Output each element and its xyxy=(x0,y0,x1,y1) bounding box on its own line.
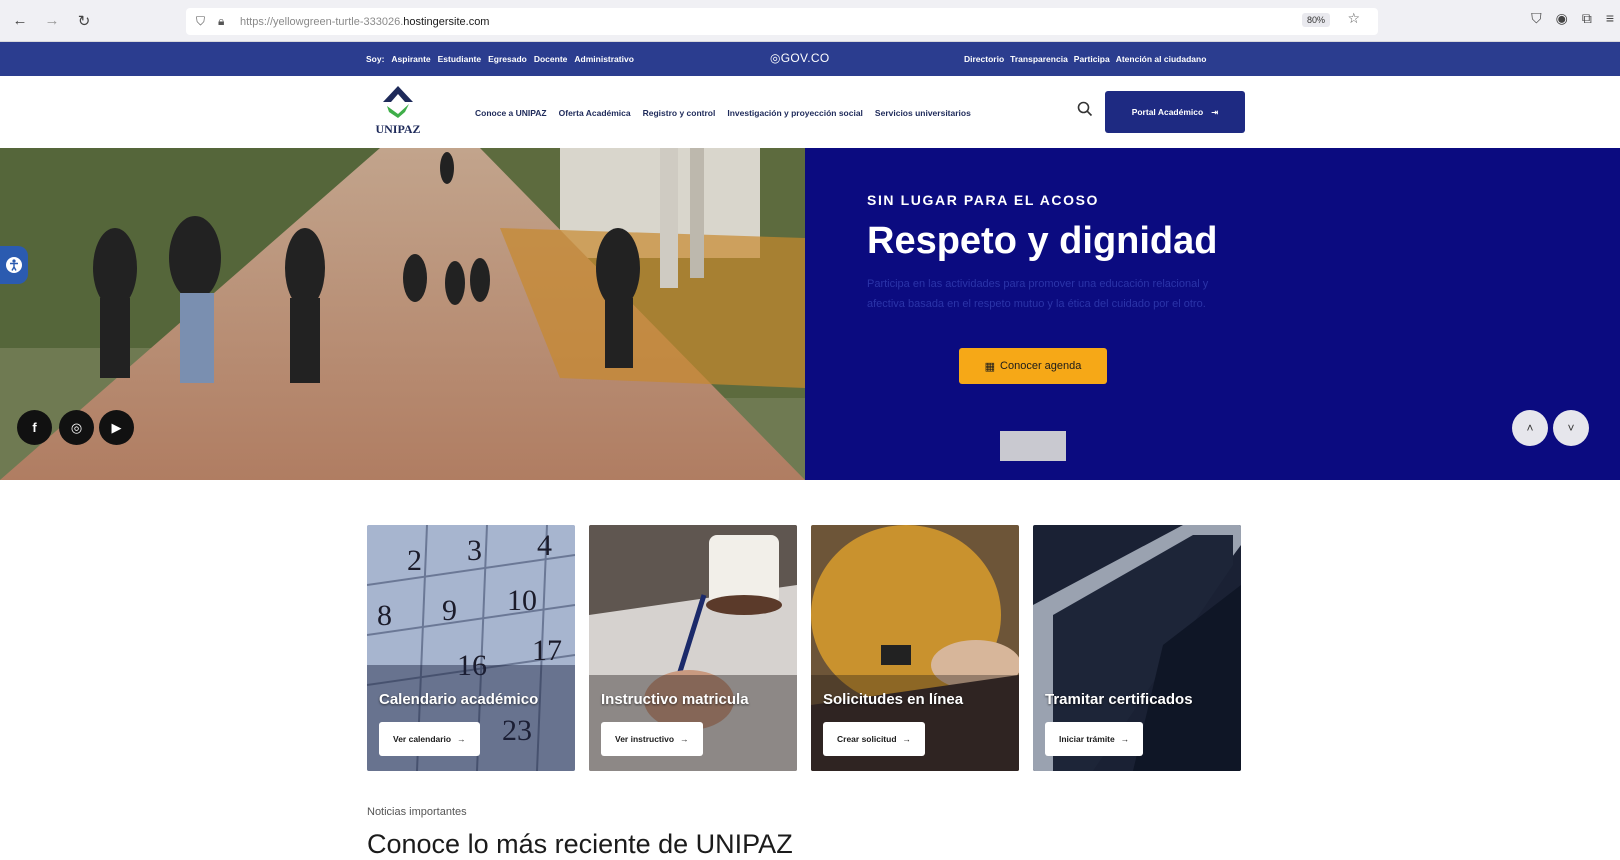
news-label: Noticias importantes xyxy=(367,806,467,818)
nav-servicios[interactable]: Servicios universitarios xyxy=(875,108,971,118)
account-icon[interactable]: ◉ xyxy=(1556,10,1568,27)
iniciar-tramite-button[interactable]: Iniciar trámite → xyxy=(1045,722,1144,756)
gov-co-icon: ◎ xyxy=(770,51,781,65)
svg-text:9: 9 xyxy=(442,594,457,627)
nav-conoce[interactable]: Conoce a UNIPAZ xyxy=(475,108,547,118)
arrow-right-icon: → xyxy=(680,734,689,744)
arrow-right-icon: → xyxy=(1120,734,1130,744)
card-title: Tramitar certificados xyxy=(1045,691,1193,708)
calendar-icon: ▦ xyxy=(984,360,996,373)
reload-icon[interactable]: ↻ xyxy=(72,9,96,33)
audience-docente[interactable]: Docente xyxy=(534,54,568,64)
news-title: Conoce lo más reciente de UNIPAZ xyxy=(367,829,793,859)
zoom-level[interactable]: 80% xyxy=(1301,13,1330,27)
pocket-icon[interactable]: ⛉ xyxy=(1531,10,1542,27)
gov-co-logo[interactable]: ◎GOV.CO xyxy=(770,51,830,65)
logo-text: UNIPAZ xyxy=(375,122,421,136)
nav-registro[interactable]: Registro y control xyxy=(643,108,716,118)
crear-solicitud-button[interactable]: Crear solicitud → xyxy=(823,722,926,756)
portal-label: Portal Académico xyxy=(1131,107,1204,117)
logo-mark-icon xyxy=(383,86,413,118)
forward-icon[interactable]: → xyxy=(40,9,64,33)
card-button-label: Crear solicitud xyxy=(837,734,897,744)
svg-text:2: 2 xyxy=(407,544,422,577)
login-icon: ⇥ xyxy=(1211,106,1219,117)
conocer-agenda-button[interactable]: ▦ Conocer agenda xyxy=(959,348,1107,384)
search-icon[interactable] xyxy=(1076,100,1094,118)
ver-calendario-button[interactable]: Ver calendario → xyxy=(379,722,480,756)
shield-icon[interactable]: ⛉ xyxy=(196,14,214,29)
card-button-label: Iniciar trámite xyxy=(1059,734,1115,744)
lock-icon[interactable]: 🔒︎ xyxy=(218,14,236,29)
link-directorio[interactable]: Directorio xyxy=(964,54,1004,64)
nav-oferta[interactable]: Oferta Académica xyxy=(559,108,631,118)
ver-instructivo-button[interactable]: Ver instructivo → xyxy=(601,722,703,756)
address-bar[interactable]: ⛉ 🔒︎ https://yellowgreen-turtle-333026. h… xyxy=(186,8,1378,35)
arrow-right-icon: → xyxy=(902,734,912,744)
link-participa[interactable]: Participa xyxy=(1074,54,1110,64)
url-prefix: https://yellowgreen-turtle-333026. xyxy=(240,15,404,28)
chevron-up-icon: ˄ xyxy=(1526,421,1534,435)
gov-utility-links: Directorio Transparencia Participa Atenc… xyxy=(964,54,1206,64)
svg-text:4: 4 xyxy=(537,529,552,562)
card-calendario[interactable]: 234 9 10 16 17 23 8 Calendario académico Ver… xyxy=(367,525,575,771)
svg-text:17: 17 xyxy=(532,634,562,667)
audience-estudiante[interactable]: Estudiante xyxy=(438,54,481,64)
browser-toolbar: ← → ↻ ⛉ 🔒︎ https://yellowgreen-turtle-33… xyxy=(0,0,1620,42)
audience-egresado[interactable]: Egresado xyxy=(488,54,527,64)
main-nav: Conoce a UNIPAZ Oferta Académica Registr… xyxy=(475,108,971,118)
extensions-icon[interactable]: ⧉ xyxy=(1582,10,1592,27)
back-icon[interactable]: ← xyxy=(8,9,32,33)
card-button-label: Ver instructivo xyxy=(615,734,675,744)
card-solicitudes[interactable]: Solicitudes en línea Crear solicitud → xyxy=(811,525,1019,771)
carousel-up-button[interactable]: ˄ xyxy=(1512,410,1548,446)
carousel-down-button[interactable]: ˅ xyxy=(1553,410,1589,446)
link-atencion[interactable]: Atención al ciudadano xyxy=(1116,54,1207,64)
accessibility-icon xyxy=(6,257,22,273)
svg-text:10: 10 xyxy=(507,584,537,617)
svg-text:8: 8 xyxy=(377,599,392,632)
audience-administrativo[interactable]: Administrativo xyxy=(574,54,634,64)
instagram-icon[interactable]: ◎ xyxy=(59,410,94,445)
card-title: Solicitudes en línea xyxy=(823,691,964,708)
hero-title: Respeto y dignidad xyxy=(867,220,1218,262)
card-button-label: Ver calendario xyxy=(393,734,452,744)
url-host: hostingersite.com xyxy=(403,15,490,28)
audience-label: Soy: xyxy=(366,54,385,64)
gov-bar: Soy: Aspirante Estudiante Egresado Docen… xyxy=(0,42,1620,76)
youtube-icon[interactable]: ▶ xyxy=(99,410,134,445)
hero-carousel: f ◎ ▶ SIN LUGAR PARA EL ACOSO Respeto y … xyxy=(0,148,1620,480)
carousel-indicator[interactable] xyxy=(1000,431,1066,461)
gov-co-text: GOV.CO xyxy=(780,51,830,65)
nav-investigacion[interactable]: Investigación y proyección social xyxy=(727,108,863,118)
link-transparencia[interactable]: Transparencia xyxy=(1010,54,1068,64)
portal-academico-button[interactable]: Portal Académico ⇥ xyxy=(1105,91,1245,133)
chevron-down-icon: ˅ xyxy=(1567,421,1575,435)
card-instructivo[interactable]: Instructivo matricula Ver instructivo → xyxy=(589,525,797,771)
agenda-label: Conocer agenda xyxy=(1000,360,1082,372)
audience-aspirante[interactable]: Aspirante xyxy=(391,54,430,64)
hero-description: Participa en las actividades para promov… xyxy=(867,278,1209,310)
menu-icon[interactable]: ≡ xyxy=(1606,10,1614,27)
hero-panel: SIN LUGAR PARA EL ACOSO Respeto y dignid… xyxy=(805,148,1620,480)
hero-eyebrow: SIN LUGAR PARA EL ACOSO xyxy=(867,192,1100,208)
site-header: UNIPAZ Conoce a UNIPAZ Oferta Académica … xyxy=(0,76,1620,148)
card-title: Calendario académico xyxy=(379,691,539,708)
audience-links: Soy: Aspirante Estudiante Egresado Docen… xyxy=(366,54,634,64)
bookmark-star-icon[interactable]: ☆ xyxy=(1347,10,1360,27)
accessibility-button[interactable] xyxy=(0,246,28,284)
unipaz-logo[interactable]: UNIPAZ xyxy=(369,82,427,142)
hero-photo: f ◎ ▶ xyxy=(0,148,805,480)
card-certificados[interactable]: Tramitar certificados Iniciar trámite → xyxy=(1033,525,1241,771)
facebook-icon[interactable]: f xyxy=(17,410,52,445)
arrow-right-icon: → xyxy=(457,734,466,744)
svg-text:3: 3 xyxy=(467,534,482,567)
card-title: Instructivo matricula xyxy=(601,691,749,708)
